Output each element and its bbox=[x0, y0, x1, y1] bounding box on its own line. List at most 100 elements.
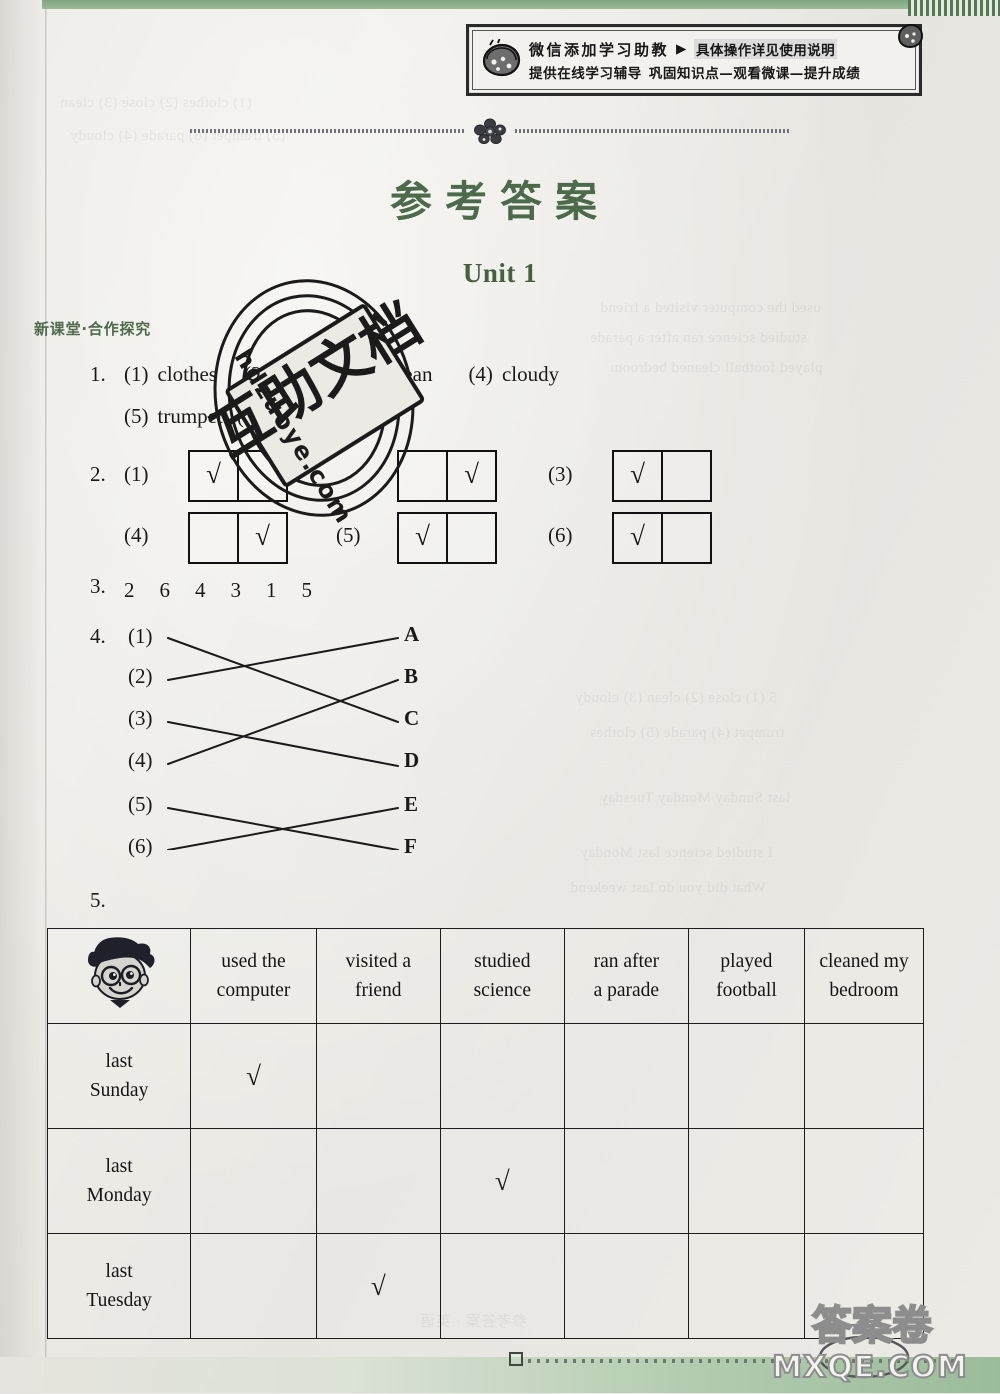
row1-header: last Sunday bbox=[46, 1023, 192, 1129]
cell-r3c2[interactable]: √ bbox=[315, 1233, 441, 1339]
q2-box-2-right[interactable]: √ bbox=[446, 452, 495, 500]
cell-r3c6[interactable] bbox=[804, 1233, 924, 1339]
q2-box-3-right[interactable] bbox=[661, 452, 710, 500]
cell-r1c3[interactable] bbox=[439, 1023, 565, 1129]
table-row: last Tuesday √ bbox=[46, 1233, 924, 1339]
q2-box-3-left[interactable]: √ bbox=[614, 452, 661, 500]
table-col-header-3: studied science bbox=[439, 928, 565, 1024]
q1-word-5: trumpet bbox=[157, 404, 223, 428]
check-mark-icon: √ bbox=[630, 520, 645, 551]
col1-line2: computer bbox=[216, 980, 291, 1001]
q2-box-4-right[interactable]: √ bbox=[237, 514, 286, 562]
promo-line-2: 提供在线学习辅导 巩固知识点—观看微课—提升成绩 bbox=[529, 62, 909, 82]
q2-checkbox-pair-5[interactable]: √ bbox=[397, 512, 497, 564]
row1-line2: Sunday bbox=[89, 1080, 149, 1101]
promo-line2-right: 巩固知识点—观看微课—提升成绩 bbox=[648, 65, 861, 82]
q2-box-2-left[interactable] bbox=[399, 452, 446, 500]
promo-banner-inner: 微信添加学习助教 ▶ 具体操作详见使用说明 提供在线学习辅导 巩固知识点—观看微… bbox=[472, 30, 916, 90]
promo-text-block: 微信添加学习助教 ▶ 具体操作详见使用说明 提供在线学习辅导 巩固知识点—观看微… bbox=[529, 39, 915, 82]
q2-box-1-left[interactable]: √ bbox=[190, 452, 237, 500]
q2-checkbox-pair-2[interactable]: √ bbox=[397, 450, 497, 502]
col6-line2: bedroom bbox=[829, 980, 899, 1001]
q2-box-1-right[interactable] bbox=[237, 452, 286, 500]
row3-header: last Tuesday bbox=[46, 1233, 192, 1339]
q2-box-5-left[interactable]: √ bbox=[399, 514, 446, 562]
q1-word-1: clothes bbox=[157, 362, 217, 386]
match-line-4-B bbox=[167, 679, 399, 765]
match-line-2-A bbox=[167, 637, 399, 681]
unit-heading: Unit 1 bbox=[462, 258, 538, 288]
divider-left-line bbox=[190, 129, 465, 133]
corner-badge-icon bbox=[895, 21, 925, 51]
table-header-row: used the computer visited a friend studi… bbox=[46, 928, 924, 1024]
col4-line1: ran after bbox=[593, 950, 660, 972]
table-col-header-1: used the computer bbox=[190, 928, 317, 1024]
match-line-3-D bbox=[167, 721, 399, 767]
q2-label-3: (3) bbox=[548, 462, 573, 486]
cell-r1c5[interactable] bbox=[687, 1023, 806, 1129]
q2-box-4-left[interactable] bbox=[190, 514, 237, 562]
section-label: 新课堂·合作探究 bbox=[34, 320, 152, 338]
activity-table: used the computer visited a friend studi… bbox=[46, 928, 924, 1339]
promo-line1-main: 微信添加学习助教 bbox=[529, 40, 670, 59]
q2-checkbox-pair-6[interactable]: √ bbox=[612, 512, 712, 564]
flower-ornament-icon bbox=[473, 118, 507, 145]
bleed-text: last Sunday Monday Tuesday bbox=[600, 790, 791, 806]
col5-line2: football bbox=[716, 980, 777, 1001]
q2-box-5-right[interactable] bbox=[446, 514, 495, 562]
col2-line2: friend bbox=[354, 980, 402, 1001]
cell-r2c2[interactable] bbox=[315, 1128, 441, 1234]
col1-line1: used the bbox=[221, 950, 286, 972]
cell-r2c4[interactable] bbox=[563, 1128, 689, 1234]
table-col-header-2: visited a friend bbox=[315, 928, 441, 1024]
table-col-header-6: cleaned my bedroom bbox=[804, 928, 924, 1024]
check-mark-icon: √ bbox=[246, 1060, 261, 1091]
col5-line1: played bbox=[720, 950, 773, 972]
q2-number: 2. bbox=[90, 462, 106, 486]
bleed-text: used the computer visited a friend bbox=[600, 300, 821, 316]
bleed-text: What did you do last weekend bbox=[570, 880, 767, 896]
divider-right-line bbox=[515, 129, 790, 133]
cell-r1c6[interactable] bbox=[804, 1023, 924, 1129]
top-barcode-strip bbox=[908, 0, 1000, 16]
table-col-header-5: played football bbox=[687, 928, 806, 1024]
q2-checkbox-pair-4[interactable]: √ bbox=[188, 512, 288, 564]
check-mark-icon: √ bbox=[630, 458, 645, 489]
bottom-dotted-line bbox=[528, 1359, 958, 1363]
check-mark-icon: √ bbox=[415, 520, 430, 551]
cell-r3c1[interactable] bbox=[190, 1233, 317, 1339]
cell-r3c3[interactable] bbox=[439, 1233, 565, 1339]
q1-word-3: clean bbox=[388, 362, 433, 386]
q1-label-6: (6) bbox=[236, 404, 262, 428]
row2-line2: Monday bbox=[86, 1185, 152, 1206]
top-green-strip bbox=[42, 0, 1000, 9]
q2-checkbox-pair-3[interactable]: √ bbox=[612, 450, 712, 502]
q2-box-6-left[interactable]: √ bbox=[614, 514, 661, 562]
q1-label-5: (5) bbox=[124, 404, 149, 428]
q2-checkbox-pair-1[interactable]: √ bbox=[188, 450, 288, 502]
cell-r1c4[interactable] bbox=[563, 1023, 689, 1129]
q5-number: 5. bbox=[90, 888, 106, 912]
cell-r2c1[interactable] bbox=[190, 1128, 317, 1234]
bleed-text: trumpet (4) parade (5) clothes bbox=[590, 725, 785, 741]
cell-r3c4[interactable] bbox=[563, 1233, 689, 1339]
cell-r2c5[interactable] bbox=[687, 1128, 806, 1234]
cell-r1c2[interactable] bbox=[315, 1023, 441, 1129]
table-corner-cell bbox=[46, 928, 192, 1024]
cell-r2c6[interactable] bbox=[804, 1128, 924, 1234]
promo-arrow-icon: ▶ bbox=[676, 41, 687, 57]
cell-r1c1[interactable]: √ bbox=[190, 1023, 317, 1129]
bleed-text: 5 (1) close (2) clean (3) cloudy bbox=[575, 690, 777, 706]
bleed-text: played football cleaned bedroom bbox=[610, 360, 823, 376]
q3-number: 3. bbox=[90, 574, 106, 598]
cell-r3c5[interactable] bbox=[687, 1233, 806, 1339]
check-mark-icon: √ bbox=[494, 1165, 510, 1196]
col2-line1: visited a bbox=[345, 950, 411, 972]
q2-box-6-right[interactable] bbox=[661, 514, 710, 562]
row2-header: last Monday bbox=[46, 1128, 192, 1234]
q1-line-2: (5) trumpet (6) parade bbox=[124, 404, 326, 429]
row3-line1: last bbox=[105, 1260, 133, 1282]
cell-r2c3[interactable]: √ bbox=[439, 1128, 565, 1234]
col6-line1: cleaned my bbox=[819, 950, 909, 972]
q2-label-6: (6) bbox=[548, 523, 573, 547]
